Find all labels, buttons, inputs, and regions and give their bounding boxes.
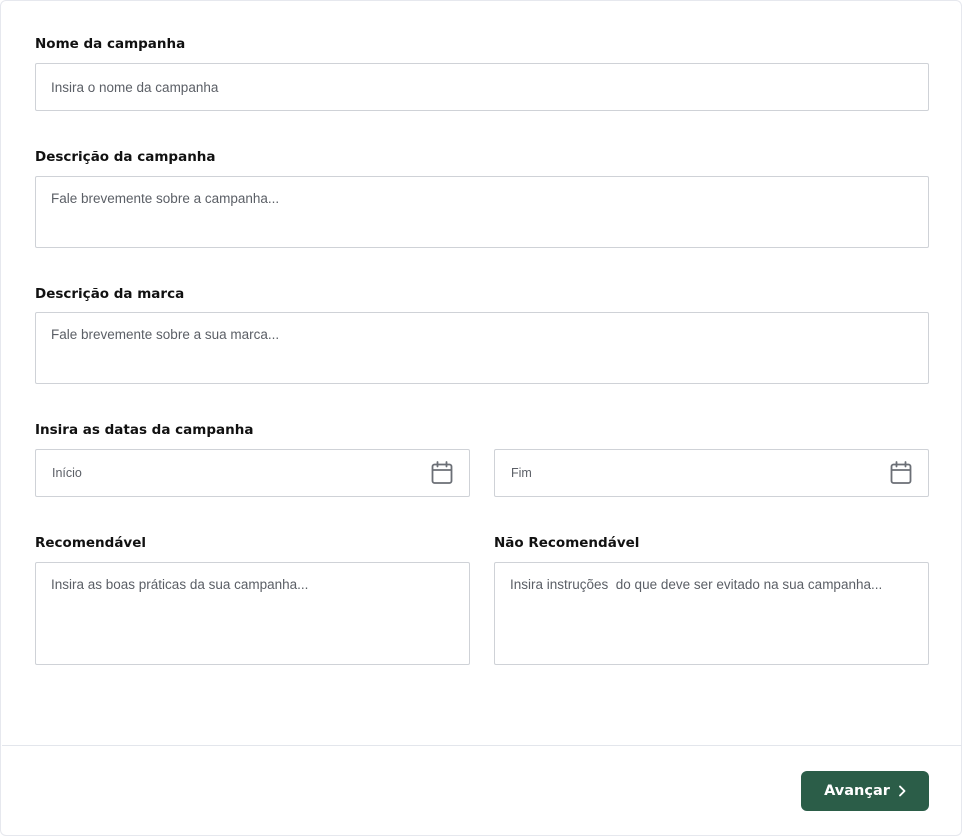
campaign-name-input[interactable] xyxy=(35,63,929,111)
chevron-right-icon xyxy=(898,785,906,797)
not-recommended-textarea[interactable] xyxy=(494,562,929,665)
end-date-placeholder: Fim xyxy=(511,466,532,480)
calendar-icon[interactable] xyxy=(890,461,912,485)
campaign-name-label: Nome da campanha xyxy=(35,36,186,52)
next-button-label: Avançar xyxy=(824,783,890,799)
campaign-dates-label: Insira as datas da campanha xyxy=(35,422,254,438)
campaign-description-label: Descrição da campanha xyxy=(35,149,216,165)
not-recommended-label: Não Recomendável xyxy=(494,535,640,551)
start-date-field[interactable]: Início xyxy=(35,449,470,497)
brand-description-label: Descrição da marca xyxy=(35,286,185,302)
recommended-textarea[interactable] xyxy=(35,562,470,665)
start-date-placeholder: Início xyxy=(52,466,82,480)
campaign-form-card: Nome da campanha Descrição da campanha D… xyxy=(0,0,962,836)
brand-description-textarea[interactable] xyxy=(35,312,929,384)
footer-divider xyxy=(2,745,962,746)
next-button[interactable]: Avançar xyxy=(801,771,929,811)
campaign-description-textarea[interactable] xyxy=(35,176,929,248)
recommended-label: Recomendável xyxy=(35,535,147,551)
calendar-icon[interactable] xyxy=(431,461,453,485)
end-date-field[interactable]: Fim xyxy=(494,449,929,497)
